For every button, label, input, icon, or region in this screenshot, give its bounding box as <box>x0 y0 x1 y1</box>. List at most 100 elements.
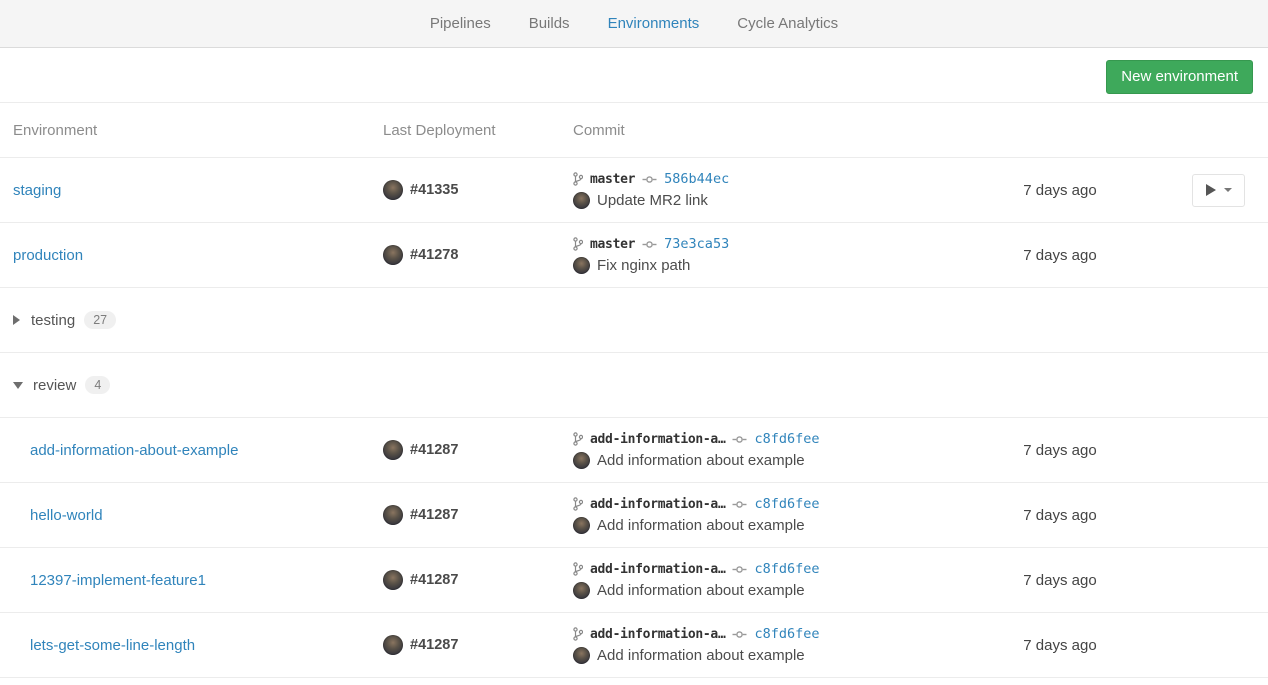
branch-link[interactable]: master <box>590 172 635 187</box>
environment-link[interactable]: add-information-about-example <box>30 442 238 459</box>
tab-cycle-analytics[interactable]: Cycle Analytics <box>737 15 838 32</box>
environment-link[interactable]: staging <box>13 182 61 199</box>
commit-message-link[interactable]: Add information about example <box>597 647 805 664</box>
last-deployment-cell: #41287 <box>383 505 573 525</box>
commit-author-avatar[interactable] <box>573 257 590 274</box>
deployment-date: 7 days ago <box>1023 572 1096 589</box>
deployer-avatar[interactable] <box>383 245 403 265</box>
caret-right-icon <box>13 315 20 325</box>
deployment-date: 7 days ago <box>1023 507 1096 524</box>
environment-folder-row-review: review 4 <box>0 353 1268 418</box>
folder-toggle-testing[interactable]: testing 27 <box>0 311 116 329</box>
environment-link[interactable]: 12397-implement-feature1 <box>30 572 206 589</box>
play-icon <box>1206 184 1216 196</box>
tab-pipelines[interactable]: Pipelines <box>430 15 491 32</box>
deployment-date: 7 days ago <box>1023 247 1096 264</box>
commit-cell: add-information-a… c8fd6fee Add informat… <box>573 496 985 534</box>
commit-cell: master 73e3ca53 Fix nginx path <box>573 236 985 274</box>
environment-row-12397-implement-feature1: 12397-implement-feature1 #41287 add-info… <box>0 548 1268 613</box>
header-last-deployment: Last Deployment <box>383 122 573 139</box>
environment-link[interactable]: hello-world <box>30 507 103 524</box>
deployer-avatar[interactable] <box>383 180 403 200</box>
branch-link[interactable]: master <box>590 237 635 252</box>
commit-icon <box>732 500 747 509</box>
commit-message-link[interactable]: Add information about example <box>597 517 805 534</box>
last-deployment-cell: #41287 <box>383 635 573 655</box>
commit-author-avatar[interactable] <box>573 647 590 664</box>
commit-cell: master 586b44ec Update MR2 link <box>573 171 985 209</box>
commit-icon <box>642 175 657 184</box>
commit-cell: add-information-a… c8fd6fee Add informat… <box>573 626 985 664</box>
environment-link[interactable]: lets-get-some-line-length <box>30 637 195 654</box>
branch-icon <box>573 562 583 576</box>
branch-icon <box>573 432 583 446</box>
folder-name: testing <box>31 312 75 329</box>
deployment-id-link[interactable]: #41287 <box>410 442 458 458</box>
commit-sha-link[interactable]: 73e3ca53 <box>664 236 729 252</box>
commit-author-avatar[interactable] <box>573 582 590 599</box>
branch-link[interactable]: add-information-a… <box>590 562 725 577</box>
pipelines-subnav: Pipelines Builds Environments Cycle Anal… <box>0 0 1268 48</box>
deployment-id-link[interactable]: #41278 <box>410 247 458 263</box>
environment-row-staging: staging #41335 master 586b44ec Update MR… <box>0 158 1268 223</box>
tab-environments[interactable]: Environments <box>608 15 700 32</box>
commit-icon <box>732 435 747 444</box>
folder-count-badge: 4 <box>85 376 110 394</box>
deployer-avatar[interactable] <box>383 570 403 590</box>
commit-sha-link[interactable]: c8fd6fee <box>754 626 819 642</box>
deployment-id-link[interactable]: #41287 <box>410 572 458 588</box>
environment-row-hello-world: hello-world #41287 add-information-a… c8… <box>0 483 1268 548</box>
branch-link[interactable]: add-information-a… <box>590 497 725 512</box>
last-deployment-cell: #41335 <box>383 180 573 200</box>
commit-cell: add-information-a… c8fd6fee Add informat… <box>573 431 985 469</box>
commit-message-link[interactable]: Add information about example <box>597 582 805 599</box>
last-deployment-cell: #41287 <box>383 570 573 590</box>
environment-row-add-information-about-example: add-information-about-example #41287 add… <box>0 418 1268 483</box>
caret-down-icon <box>13 382 23 389</box>
commit-author-avatar[interactable] <box>573 452 590 469</box>
last-deployment-cell: #41287 <box>383 440 573 460</box>
commit-message-link[interactable]: Fix nginx path <box>597 257 690 274</box>
folder-toggle-review[interactable]: review 4 <box>0 376 110 394</box>
commit-sha-link[interactable]: 586b44ec <box>664 171 729 187</box>
deployment-date: 7 days ago <box>1023 637 1096 654</box>
folder-name: review <box>33 377 76 394</box>
page-header: New environment <box>0 48 1268 103</box>
deployer-avatar[interactable] <box>383 635 403 655</box>
commit-cell: add-information-a… c8fd6fee Add informat… <box>573 561 985 599</box>
environment-row-production: production #41278 master 73e3ca53 Fix ng… <box>0 223 1268 288</box>
commit-sha-link[interactable]: c8fd6fee <box>754 496 819 512</box>
deployment-date: 7 days ago <box>1023 442 1096 459</box>
deployment-date: 7 days ago <box>1023 182 1096 199</box>
header-environment: Environment <box>0 122 383 139</box>
commit-message-link[interactable]: Add information about example <box>597 452 805 469</box>
deployer-avatar[interactable] <box>383 440 403 460</box>
deployment-id-link[interactable]: #41287 <box>410 507 458 523</box>
commit-sha-link[interactable]: c8fd6fee <box>754 431 819 447</box>
last-deployment-cell: #41278 <box>383 245 573 265</box>
commit-icon <box>732 630 747 639</box>
folder-count-badge: 27 <box>84 311 116 329</box>
environment-folder-row-testing: testing 27 <box>0 288 1268 353</box>
commit-icon <box>732 565 747 574</box>
environments-table-header: Environment Last Deployment Commit <box>0 103 1268 158</box>
tab-builds[interactable]: Builds <box>529 15 570 32</box>
commit-author-avatar[interactable] <box>573 517 590 534</box>
deployment-id-link[interactable]: #41335 <box>410 182 458 198</box>
branch-link[interactable]: add-information-a… <box>590 627 725 642</box>
new-environment-button[interactable]: New environment <box>1106 60 1253 94</box>
branch-link[interactable]: add-information-a… <box>590 432 725 447</box>
branch-icon <box>573 172 583 186</box>
commit-sha-link[interactable]: c8fd6fee <box>754 561 819 577</box>
deployment-id-link[interactable]: #41287 <box>410 637 458 653</box>
commit-icon <box>642 240 657 249</box>
environment-row-lets-get-some-line-length: lets-get-some-line-length #41287 add-inf… <box>0 613 1268 678</box>
branch-icon <box>573 627 583 641</box>
branch-icon <box>573 237 583 251</box>
header-commit: Commit <box>573 122 985 139</box>
commit-author-avatar[interactable] <box>573 192 590 209</box>
environment-link[interactable]: production <box>13 247 83 264</box>
deploy-actions-dropdown-button[interactable] <box>1192 174 1245 207</box>
commit-message-link[interactable]: Update MR2 link <box>597 192 708 209</box>
deployer-avatar[interactable] <box>383 505 403 525</box>
